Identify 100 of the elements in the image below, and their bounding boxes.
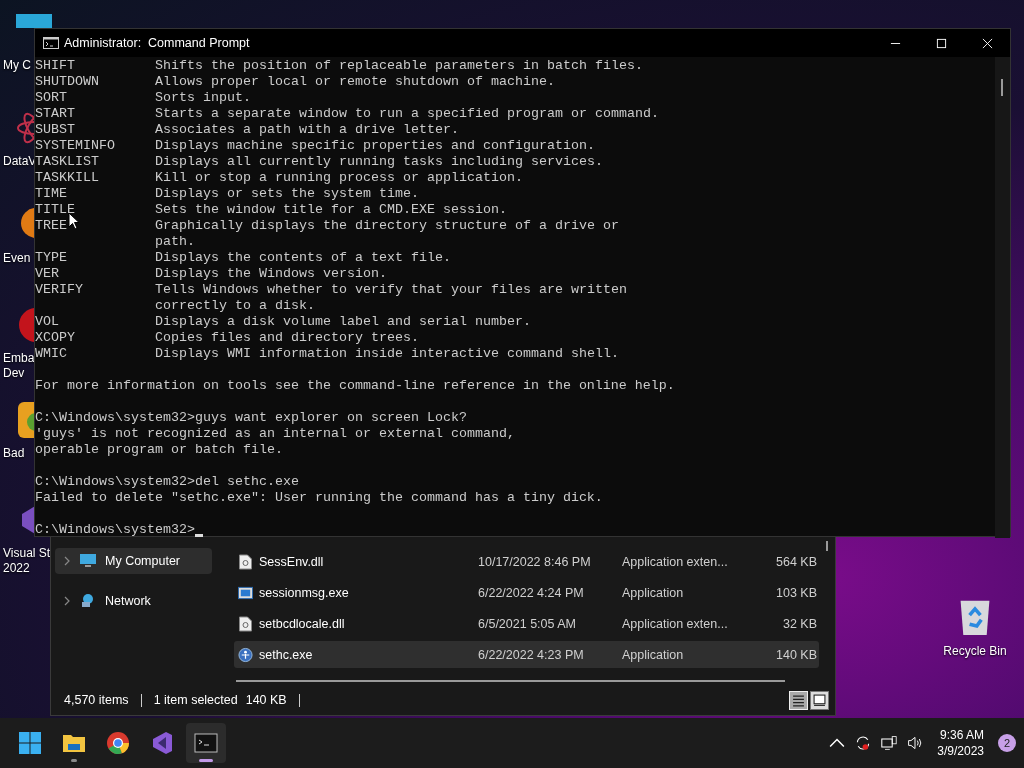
accessibility-icon xyxy=(238,646,253,663)
close-icon xyxy=(981,37,993,49)
command-description: Associates a path with a drive letter. xyxy=(155,122,459,138)
command-description: Displays all currently running tasks including services. xyxy=(155,154,603,170)
command-name: TITLE xyxy=(35,202,75,217)
command-description: Displays the contents of a text file. xyxy=(155,250,451,266)
terminal-icon xyxy=(194,731,218,755)
file-type: Application xyxy=(622,647,685,662)
file-icon xyxy=(238,615,253,632)
text-cursor xyxy=(194,534,203,537)
file-row[interactable]: setbcdlocale.dll 6/5/2021 5:05 AM Application exten... 32 KB xyxy=(234,610,819,637)
icon-label: 2022 xyxy=(2,561,30,576)
command-description: Allows proper local or remote shutdown of machine. xyxy=(155,74,555,90)
nav-item[interactable]: My Computer xyxy=(55,548,212,574)
command-description: Displays a disk volume label and serial number. xyxy=(155,314,531,330)
file-date: 6/22/2022 4:23 PM xyxy=(478,647,585,662)
studio-icon xyxy=(150,731,174,755)
icon-label: Even xyxy=(2,251,31,266)
file-size: 32 KB xyxy=(781,616,818,631)
file-type: Application xyxy=(622,585,685,600)
network-icon[interactable] xyxy=(881,735,898,751)
sync-icon[interactable] xyxy=(855,735,872,751)
command-description: Starts a separate window to run a specified program or command. xyxy=(155,106,659,122)
command-description: Displays or sets the system time. xyxy=(155,186,419,202)
command-description: Displays WMI information inside interactive command shell. xyxy=(155,346,619,362)
console-prompt: C:\Windows\system32> xyxy=(35,522,195,538)
file-date: 6/22/2022 4:24 PM xyxy=(478,585,585,600)
file-name: setbcdlocale.dll xyxy=(259,616,346,631)
file-icon xyxy=(238,553,253,570)
command-description: correctly to a disk. xyxy=(154,298,315,314)
command-description: Displays the Windows version. xyxy=(155,266,387,282)
command-name: TREE xyxy=(35,218,67,233)
file-row[interactable]: sessionmsg.exe 6/22/2022 4:24 PM Application 103 KB xyxy=(234,579,819,606)
notification-badge[interactable]: 2 xyxy=(998,734,1016,752)
console-icon xyxy=(43,37,59,49)
icon-label: Visual St xyxy=(2,546,51,561)
console-line: operable program or batch file. xyxy=(35,442,283,458)
scroll-bar[interactable] xyxy=(236,680,785,682)
command-description: Shifts the position of replaceable parameters in batch files. xyxy=(155,58,643,74)
console-line: 'guys' is not recognized as an internal or external command, xyxy=(35,426,515,442)
console-line: Failed to delete "sethc.exe": User running the command has a tiny dick. xyxy=(35,490,603,506)
command-description: Graphically displays the directory structure of a drive or xyxy=(155,218,619,234)
command-name: SHUTDOWN xyxy=(35,74,99,89)
file-row[interactable]: sethc.exe 6/22/2022 4:23 PM Application 140 KB xyxy=(234,641,819,668)
command-name: VERIFY xyxy=(35,282,83,297)
command-description: path. xyxy=(154,234,195,250)
taskbar-app[interactable] xyxy=(186,723,226,763)
chevron-right-icon[interactable] xyxy=(63,596,71,606)
command-name: START xyxy=(35,106,75,121)
file-name: sessionmsg.exe xyxy=(259,585,350,600)
tiles-view-button[interactable] xyxy=(810,690,829,710)
icon-label: Bad xyxy=(2,446,25,461)
command-name: TASKLIST xyxy=(35,154,99,169)
scroll-bar[interactable] xyxy=(826,541,828,551)
computer-icon xyxy=(79,553,97,569)
command-description: Displays machine specific properties and configuration. xyxy=(155,138,595,154)
command-name: SYSTEMINFO xyxy=(35,138,115,153)
selection-size: 140 KB xyxy=(245,693,288,707)
command-name: VOL xyxy=(35,314,59,329)
command-name: VER xyxy=(35,266,59,281)
icon-label: My C xyxy=(2,58,31,73)
file-size: 564 KB xyxy=(775,554,818,569)
icon-label: Emba xyxy=(2,351,35,366)
icon-label: Recycle Bin xyxy=(943,644,1007,658)
chevron-right-icon[interactable] xyxy=(63,556,71,566)
file-name: sethc.exe xyxy=(259,647,314,662)
item-count: 4,570 items xyxy=(64,693,130,707)
command-name: TASKKILL xyxy=(35,170,99,185)
command-description: Kill or stop a running process or application. xyxy=(155,170,523,186)
icon-label: Dev xyxy=(2,366,25,381)
tiles-icon xyxy=(813,693,826,707)
command-description: Sets the window title for a CMD.EXE session. xyxy=(155,202,507,218)
selection-count: 1 item selected xyxy=(153,693,239,707)
console-line: For more information on tools see the command-line reference in the online help. xyxy=(35,378,675,394)
command-description: Copies files and directory trees. xyxy=(155,330,419,346)
mouse-pointer-icon xyxy=(68,212,80,230)
scroll-thumb[interactable] xyxy=(1001,79,1003,96)
monitor-icon[interactable] xyxy=(14,12,54,28)
command-name: SHIFT xyxy=(35,58,75,73)
file-type: Application exten... xyxy=(622,554,729,569)
file-name: SessEnv.dll xyxy=(259,554,325,569)
volume-icon[interactable] xyxy=(907,735,924,751)
command-name: WMIC xyxy=(35,346,67,361)
clock[interactable]: 9:36 AM 3/9/2023 xyxy=(933,727,988,759)
file-size: 140 KB xyxy=(775,647,818,662)
window-icon xyxy=(238,584,253,601)
command-name: SUBST xyxy=(35,122,75,137)
command-name: TYPE xyxy=(35,250,67,265)
nav-item[interactable]: Network xyxy=(55,588,212,614)
maximize-icon xyxy=(935,37,947,49)
console-line: C:\Windows\system32>del sethc.exe xyxy=(35,474,299,490)
file-row[interactable]: SessEnv.dll 10/17/2022 8:46 PM Application exten... 564 KB xyxy=(234,548,819,575)
file-size: 103 KB xyxy=(775,585,818,600)
command-name: SORT xyxy=(35,90,67,105)
command-name: XCOPY xyxy=(35,330,75,345)
details-view-button[interactable] xyxy=(789,690,808,710)
list-icon xyxy=(792,693,805,707)
window-title: Administrator: Command Prompt xyxy=(64,36,250,50)
command-description: Tells Windows whether to verify that your files are written xyxy=(155,282,627,298)
browser-icon xyxy=(106,731,130,755)
